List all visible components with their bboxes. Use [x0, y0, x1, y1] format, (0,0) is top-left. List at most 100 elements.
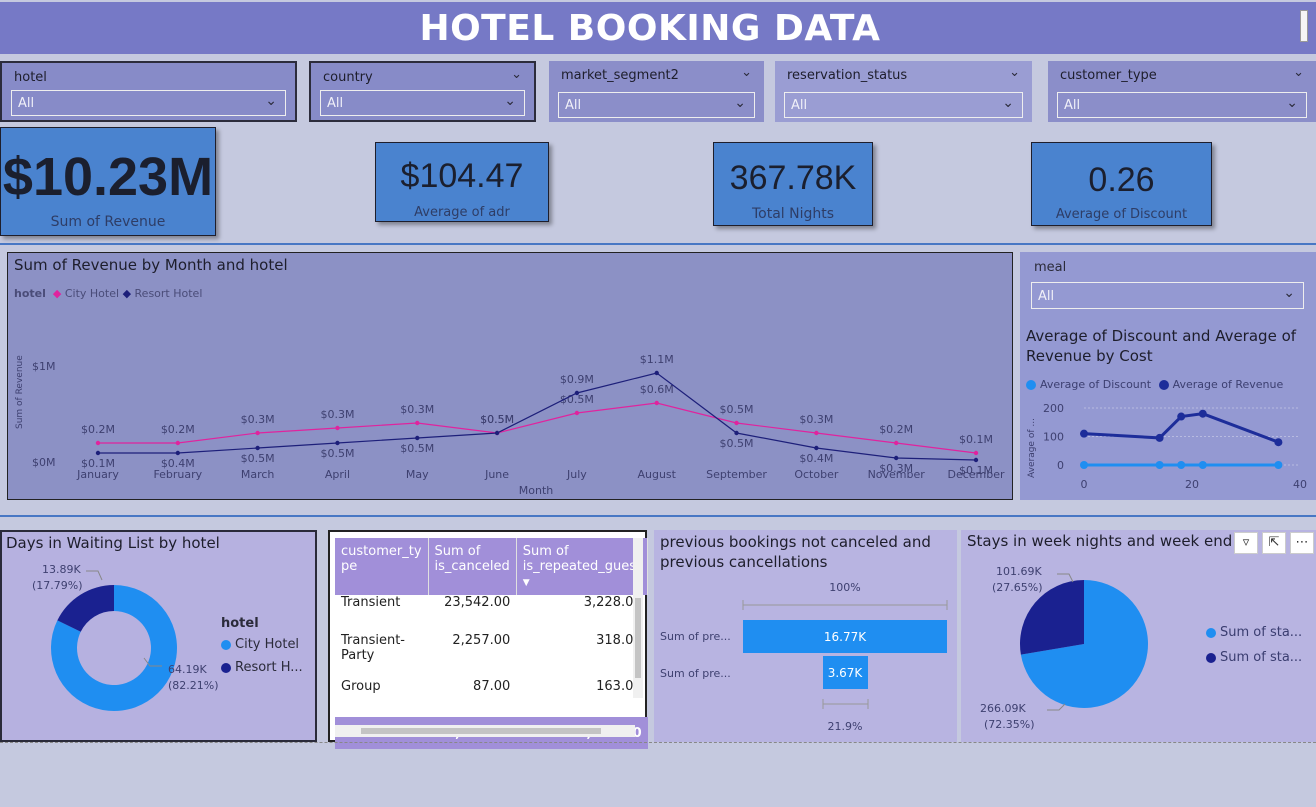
- data-label: $0.1M: [959, 464, 993, 477]
- vertical-scrollbar[interactable]: [633, 538, 643, 698]
- line-chart-plot: $1M$0MSum of RevenueMonthJanuary February…: [15, 353, 1005, 497]
- discount-revenue-panel: meal All ⌄ Average of Discount and Avera…: [1020, 252, 1316, 500]
- data-point: [893, 440, 899, 446]
- table-cell: 318.00: [596, 633, 642, 648]
- table-row[interactable]: Transient 23,542.00 3,228.00: [335, 595, 648, 633]
- slicer-dropdown[interactable]: All ⌄: [320, 90, 525, 116]
- x-tick-label: 40: [1293, 478, 1307, 491]
- legend-item-resort[interactable]: Resort H...: [221, 660, 303, 675]
- legend-item-city[interactable]: City Hotel: [221, 637, 303, 652]
- kpi-adr[interactable]: $104.47 Average of adr: [375, 142, 549, 222]
- scrollbar[interactable]: [1300, 10, 1308, 42]
- slicer-reservation-status[interactable]: reservation_status ⌄ All ⌄: [775, 61, 1032, 122]
- stays-pie-chart[interactable]: Stays in week nights and week end ▿ ⇱ ⋯ …: [961, 530, 1316, 742]
- bar-plot: 100% 16.77K 3.67K Sum of pre... Sum of pre..…: [660, 581, 948, 733]
- scrollbar-thumb[interactable]: [635, 598, 641, 678]
- data-point: [1080, 429, 1088, 438]
- data-label: (27.65%): [992, 581, 1043, 594]
- table-cell: 87.00: [473, 679, 511, 694]
- slicer-dropdown[interactable]: All ⌄: [558, 92, 755, 118]
- previous-bookings-bar[interactable]: previous bookings not canceled and previ…: [654, 530, 957, 742]
- slicer-label: meal: [1034, 260, 1067, 275]
- x-tick-label: March: [241, 468, 275, 481]
- divider: [0, 742, 1316, 743]
- chevron-down-icon[interactable]: ⌄: [511, 67, 522, 82]
- column-header[interactable]: Sum of is_canceled: [428, 538, 517, 595]
- column-header-sorted[interactable]: Sum of is_repeated_guest ▼: [516, 538, 649, 595]
- data-point: [654, 400, 659, 406]
- table-cell: 163.00: [596, 679, 642, 694]
- chevron-down-icon[interactable]: ⌄: [741, 65, 752, 80]
- chevron-down-icon[interactable]: ⌄: [1009, 65, 1020, 80]
- slicer-dropdown[interactable]: All ⌄: [1057, 92, 1307, 118]
- bar-percent-label: 100%: [829, 581, 860, 594]
- slicer-label: reservation_status: [787, 68, 908, 83]
- y-axis-label: Average of ...: [1027, 418, 1037, 478]
- table-row[interactable]: Group 87.00 163.00: [335, 679, 648, 717]
- data-point: [494, 430, 500, 436]
- data-label: $0.2M: [161, 423, 195, 436]
- column-header[interactable]: customer_ty pe: [335, 538, 429, 595]
- data-point: [654, 370, 659, 376]
- data-label: (72.35%): [984, 718, 1035, 731]
- slicer-label: hotel: [14, 70, 47, 85]
- customer-type-table[interactable]: customer_ty pe Sum of is_canceled Sum of…: [328, 530, 649, 749]
- waiting-list-donut[interactable]: Days in Waiting List by hotel 64.19K (82.…: [0, 530, 317, 742]
- table-cell: 2,257.00: [452, 633, 511, 648]
- table-cell: Transient-Party: [341, 633, 405, 663]
- data-point: [255, 445, 260, 451]
- x-tick-label: May: [406, 468, 429, 481]
- revenue-line-chart[interactable]: Sum of Revenue by Month and hotel hotel …: [7, 252, 1013, 500]
- slicer-hotel[interactable]: hotel All ⌄: [0, 61, 297, 122]
- kpi-discount[interactable]: 0.26 Average of Discount: [1031, 142, 1212, 226]
- slicer-country[interactable]: country ⌄ All ⌄: [309, 61, 536, 122]
- slicer-value: All: [565, 98, 582, 113]
- chevron-down-icon[interactable]: ⌄: [1293, 65, 1304, 80]
- discount-revenue-plot: 200 100 0 0 20 40 Average of ...: [1027, 402, 1307, 491]
- kpi-label: Sum of Revenue: [50, 214, 166, 230]
- scrollbar-thumb[interactable]: [361, 728, 601, 734]
- x-tick-label: August: [637, 468, 676, 481]
- kpi-total-nights[interactable]: 367.78K Total Nights: [713, 142, 873, 226]
- legend-item[interactable]: Sum of sta...: [1206, 650, 1302, 665]
- bar-value-label: 3.67K: [828, 666, 864, 680]
- data-label: $0.4M: [161, 457, 195, 470]
- data-label: $0.5M: [480, 413, 514, 426]
- data-point: [814, 430, 819, 436]
- data-label: $0.3M: [241, 413, 275, 426]
- data-point: [1274, 438, 1283, 447]
- donut-legend: hotel City Hotel Resort H...: [221, 616, 303, 675]
- x-tick-label: 0: [1081, 478, 1088, 491]
- data-label: 64.19K: [168, 663, 207, 676]
- table-row[interactable]: Transient-Party 2,257.00 318.00: [335, 633, 648, 679]
- chart-title: Average of Discount and Average of Reven…: [1026, 327, 1297, 365]
- bar-category-label: Sum of pre...: [660, 630, 731, 643]
- slicer-customer-type[interactable]: customer_type ⌄ All ⌄: [1048, 61, 1316, 122]
- data-label: $1.1M: [640, 353, 674, 366]
- data-point: [1177, 412, 1186, 421]
- slicer-dropdown[interactable]: All ⌄: [11, 90, 286, 116]
- data-label: $0.4M: [799, 452, 833, 465]
- data-label: $0.1M: [959, 433, 993, 446]
- leader-line: [1057, 573, 1074, 583]
- data-point: [893, 455, 899, 461]
- data-label: $0.5M: [720, 403, 754, 416]
- slicer-market-segment[interactable]: market_segment2 ⌄ All ⌄: [549, 61, 764, 122]
- data-point: [1274, 461, 1283, 469]
- legend-item[interactable]: Sum of sta...: [1206, 625, 1302, 640]
- x-tick-label: June: [484, 468, 509, 481]
- table-cell: 23,542.00: [444, 595, 511, 610]
- y-tick-label: 200: [1043, 402, 1064, 415]
- slicer-label: country: [323, 70, 373, 85]
- meal-dropdown[interactable]: All ⌄: [1031, 282, 1304, 309]
- slicer-value: All: [791, 98, 808, 113]
- x-tick-label: July: [566, 468, 587, 481]
- data-label: $0.1M: [81, 457, 115, 470]
- y-tick-label: 100: [1043, 431, 1064, 444]
- table-header-row: customer_ty pe Sum of is_canceled Sum of…: [335, 538, 649, 595]
- slicer-dropdown[interactable]: All ⌄: [784, 92, 1023, 118]
- horizontal-scrollbar[interactable]: [335, 725, 635, 737]
- slicer-value: All: [18, 96, 35, 111]
- x-tick-label: April: [325, 468, 350, 481]
- kpi-revenue[interactable]: $10.23M Sum of Revenue: [0, 127, 216, 236]
